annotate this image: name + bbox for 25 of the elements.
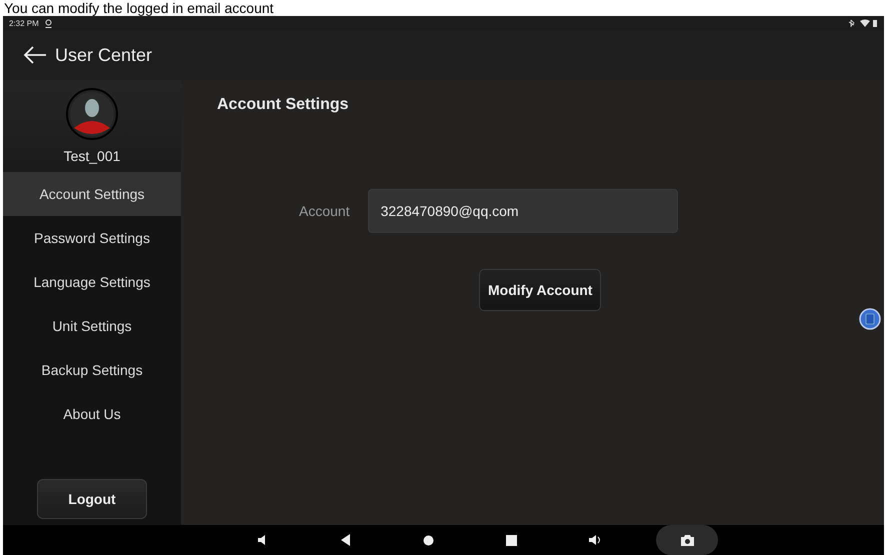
caption-text: You can modify the logged in email account	[3, 0, 275, 16]
speaker-icon	[588, 534, 602, 546]
back-arrow-icon[interactable]	[23, 46, 47, 64]
modify-account-button[interactable]: Modify Account	[479, 269, 602, 311]
sidebar-item[interactable]: Language Settings	[3, 260, 181, 304]
section-title: Account Settings	[217, 96, 350, 114]
sidebar-item[interactable]: Unit Settings	[3, 304, 181, 348]
field-label: Account	[299, 203, 350, 219]
logout-button[interactable]: Logout	[37, 479, 147, 519]
sidebar-item[interactable]: About Us	[3, 392, 181, 436]
sidebar-item[interactable]: Account Settings	[3, 172, 181, 216]
status-time: 2:32 PM	[9, 18, 39, 28]
avatar-icon	[66, 88, 118, 140]
back-triangle-icon	[340, 534, 350, 546]
screenshot-button[interactable]	[656, 525, 718, 555]
header-title: User Center	[55, 44, 152, 66]
sidebar-item[interactable]: Backup Settings	[3, 348, 181, 392]
floating-document-icon[interactable]	[859, 308, 881, 330]
home-circle-icon	[423, 534, 434, 546]
username: Test_001	[64, 148, 120, 164]
account-field[interactable]: 3228470890@qq.com	[368, 189, 678, 233]
recents-square-icon	[506, 534, 517, 546]
sidebar-item[interactable]: Password Settings	[3, 216, 181, 260]
location-icon	[44, 18, 52, 28]
camera-icon	[680, 534, 694, 546]
